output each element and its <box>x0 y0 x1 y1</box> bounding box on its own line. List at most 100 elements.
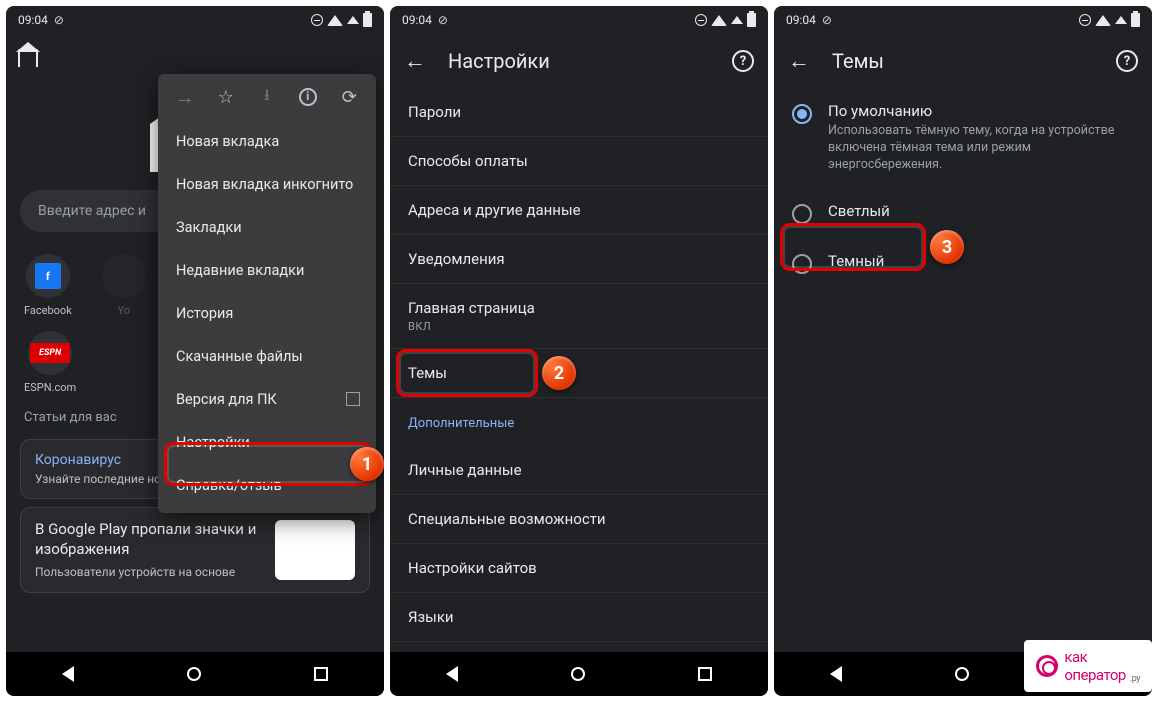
menu-downloads[interactable]: Скачанные файлы <box>158 335 376 378</box>
wifi-icon <box>327 15 343 26</box>
option-title: По умолчанию <box>828 102 1134 120</box>
status-bar: 09:04 ⊘ <box>6 6 384 34</box>
nav-home-icon[interactable] <box>571 667 585 681</box>
menu-recent-tabs[interactable]: Недавние вкладки <box>158 249 376 292</box>
facebook-icon: f <box>35 263 61 289</box>
shortcut-facebook[interactable]: f Facebook <box>24 254 72 317</box>
theme-option-light[interactable]: Светлый <box>774 188 1152 238</box>
battery-icon <box>1131 13 1140 27</box>
reload-icon[interactable]: ⟳ <box>338 86 360 108</box>
wifi-icon <box>1095 15 1111 26</box>
menu-settings[interactable]: Настройки <box>158 421 376 464</box>
home-icon[interactable] <box>18 49 38 67</box>
dnd-icon: ⊘ <box>438 13 448 27</box>
info-icon[interactable] <box>297 86 319 108</box>
status-icon <box>695 14 707 26</box>
radio-icon[interactable] <box>792 204 812 224</box>
settings-payment[interactable]: Способы оплаты <box>390 137 768 186</box>
battery-icon <box>363 13 372 27</box>
status-icon <box>311 14 323 26</box>
menu-new-tab[interactable]: Новая вкладка <box>158 120 376 163</box>
theme-option-default[interactable]: По умолчанию Использовать тёмную тему, к… <box>774 88 1152 188</box>
row-sublabel: ВКЛ <box>408 320 750 333</box>
settings-section-advanced: Дополнительные <box>390 398 768 446</box>
download-icon[interactable]: ⭳ <box>256 86 278 108</box>
settings-site[interactable]: Настройки сайтов <box>390 544 768 593</box>
settings-accessibility[interactable]: Специальные возможности <box>390 495 768 544</box>
watermark-text2: оператор <box>1064 666 1126 684</box>
settings-privacy[interactable]: Личные данные <box>390 446 768 495</box>
settings-themes[interactable]: Темы <box>390 349 768 398</box>
nav-recent-icon[interactable] <box>314 667 328 681</box>
phone-screen-1: 09:04 ⊘ G Введите адрес и f Fa <box>6 6 384 696</box>
shortcut-label: Facebook <box>24 304 72 317</box>
page-title: Настройки <box>448 49 550 73</box>
android-navbar <box>390 652 768 696</box>
nav-recent-icon[interactable] <box>698 667 712 681</box>
watermark-text1: как <box>1064 648 1087 666</box>
card-title: В Google Play пропали значки и изображен… <box>35 520 265 559</box>
status-bar: 09:04 ⊘ <box>390 6 768 34</box>
menu-desktop-site[interactable]: Версия для ПК <box>158 378 376 421</box>
battery-icon <box>747 13 756 27</box>
radio-icon[interactable] <box>792 254 812 274</box>
shortcut-espn[interactable]: ESPN ESPN.com <box>24 331 76 394</box>
status-time: 09:04 <box>786 13 816 27</box>
theme-option-dark[interactable]: Темный <box>774 238 1152 288</box>
settings-notifications[interactable]: Уведомления <box>390 235 768 284</box>
help-icon[interactable]: ? <box>1116 50 1138 72</box>
shortcut-label: Yo <box>118 304 131 317</box>
android-navbar <box>6 652 384 696</box>
signal-icon <box>1115 16 1127 24</box>
espn-icon: ESPN <box>30 343 70 363</box>
settings-languages[interactable]: Языки <box>390 593 768 642</box>
phone-screen-3: 09:04 ⊘ ← Темы ? По умолчанию Использова… <box>774 6 1152 696</box>
status-bar: 09:04 ⊘ <box>774 6 1152 34</box>
menu-history[interactable]: История <box>158 292 376 335</box>
dnd-icon: ⊘ <box>822 13 832 27</box>
signal-icon <box>347 16 359 24</box>
help-icon[interactable]: ? <box>732 50 754 72</box>
app-bar: ← Темы ? <box>774 34 1152 88</box>
nav-back-icon[interactable] <box>830 666 842 682</box>
nav-back-icon[interactable] <box>446 666 458 682</box>
settings-homepage[interactable]: Главная страница ВКЛ <box>390 284 768 349</box>
status-time: 09:04 <box>402 13 432 27</box>
article-card-googleplay[interactable]: В Google Play пропали значки и изображен… <box>20 507 370 593</box>
signal-icon <box>731 16 743 24</box>
forward-icon[interactable]: → <box>174 86 196 108</box>
nav-home-icon[interactable] <box>955 667 969 681</box>
checkbox-icon[interactable] <box>346 392 360 406</box>
status-icon <box>1079 14 1091 26</box>
card-thumbnail <box>275 520 355 580</box>
option-title: Светлый <box>828 202 1134 220</box>
bookmark-star-icon[interactable]: ☆ <box>215 86 237 108</box>
option-title: Темный <box>828 252 1134 270</box>
shortcut-label: ESPN.com <box>24 381 76 394</box>
watermark: как оператор .ру <box>1024 640 1152 692</box>
app-bar: ← Настройки ? <box>390 34 768 88</box>
search-placeholder: Введите адрес и <box>38 203 146 219</box>
menu-label: Версия для ПК <box>176 391 277 408</box>
row-label: Главная страница <box>408 299 750 317</box>
phone-screen-2: 09:04 ⊘ ← Настройки ? Пароли Способы опл… <box>390 6 768 696</box>
menu-help[interactable]: Справка/отзыв <box>158 464 376 507</box>
nav-back-icon[interactable] <box>62 666 74 682</box>
nav-home-icon[interactable] <box>187 667 201 681</box>
watermark-icon <box>1036 655 1058 677</box>
card-subtitle: Пользователи устройств на основе <box>35 565 265 579</box>
radio-icon[interactable] <box>792 104 812 124</box>
menu-bookmarks[interactable]: Закладки <box>158 206 376 249</box>
shortcut-youtube[interactable]: Yo <box>102 254 146 317</box>
option-subtitle: Использовать тёмную тему, когда на устро… <box>828 123 1134 174</box>
back-arrow-icon[interactable]: ← <box>404 48 426 74</box>
dnd-icon: ⊘ <box>54 13 64 27</box>
status-time: 09:04 <box>18 13 48 27</box>
menu-new-incognito[interactable]: Новая вкладка инкогнито <box>158 163 376 206</box>
settings-passwords[interactable]: Пароли <box>390 88 768 137</box>
page-title: Темы <box>832 49 884 73</box>
settings-addresses[interactable]: Адреса и другие данные <box>390 186 768 235</box>
back-arrow-icon[interactable]: ← <box>788 48 810 74</box>
wifi-icon <box>711 15 727 26</box>
overflow-menu: → ☆ ⭳ ⟳ Новая вкладка Новая вкладка инко… <box>158 74 376 513</box>
